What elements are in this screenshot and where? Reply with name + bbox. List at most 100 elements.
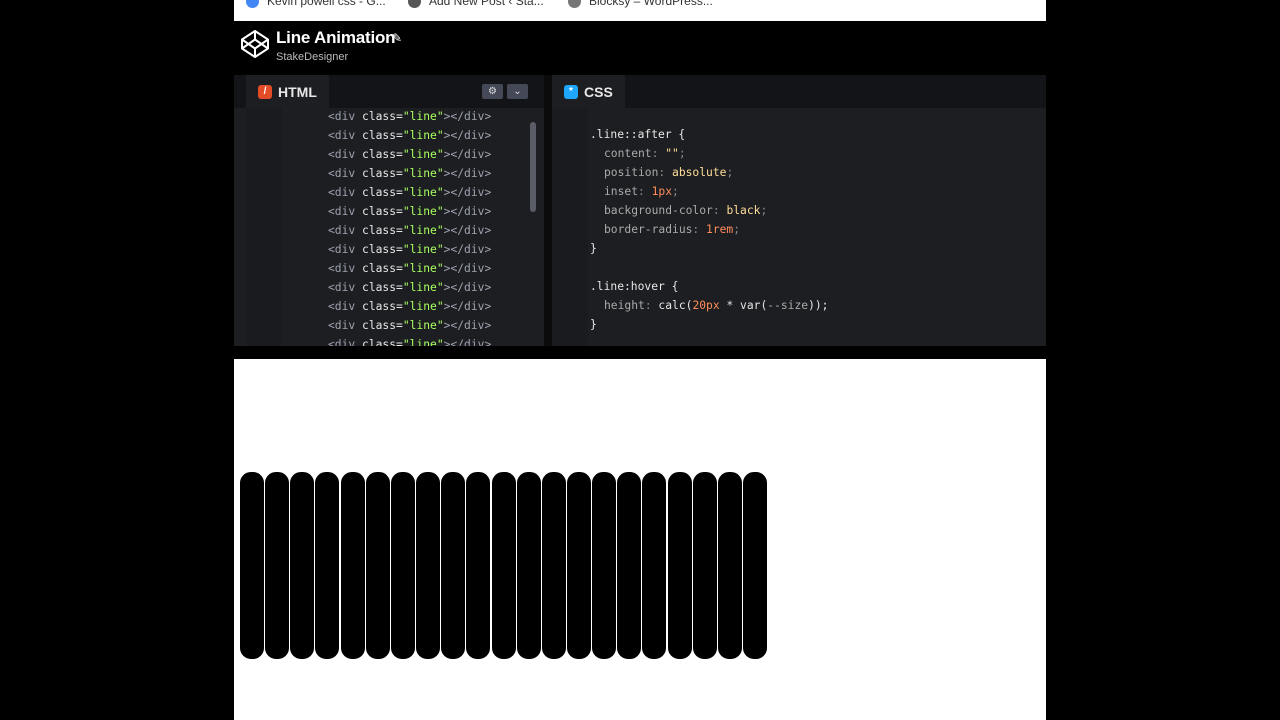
pen-title[interactable]: Line Animation (276, 28, 396, 48)
code-token: "line" (402, 281, 444, 294)
animated-line[interactable] (617, 472, 642, 659)
html-scrollbar[interactable] (530, 122, 536, 212)
code-token: } (590, 318, 597, 331)
collapse-button[interactable]: ⌄ (507, 84, 528, 99)
animated-line[interactable] (667, 472, 692, 659)
code-token: <div (328, 110, 363, 123)
css-code-area[interactable]: .line::after {content: ""; position: abso… (552, 108, 1046, 346)
code-token: "line" (402, 300, 444, 313)
code-token: <div (328, 262, 363, 275)
code-token: class= (362, 281, 403, 294)
google-icon (246, 0, 259, 8)
code-token: inset (604, 185, 639, 198)
code-line: <div class="line"></div> (328, 224, 491, 237)
code-token: : (712, 204, 727, 217)
code-line: .line::after { (590, 128, 685, 141)
code-token: ></div> (443, 319, 492, 332)
code-token: class= (362, 186, 403, 199)
bookmark-item[interactable]: Add New Post ‹ Sta... (408, 0, 544, 10)
animated-line[interactable] (592, 472, 617, 659)
code-line: <div class="line"></div> (328, 262, 491, 275)
code-token: ></div> (443, 148, 492, 161)
code-line: border-radius: 1rem; (604, 223, 740, 236)
bookmark-item[interactable]: Blocksy – WordPress... (568, 0, 713, 10)
code-line: <div class="line"></div> (328, 148, 491, 161)
animated-line[interactable] (516, 472, 541, 659)
code-token: <div (328, 243, 363, 256)
html-tabbar: / HTML ⚙ ⌄ (234, 75, 548, 108)
pencil-icon[interactable]: ✎ (392, 31, 402, 45)
code-line: <div class="line"></div> (328, 110, 491, 123)
animated-line[interactable] (717, 472, 742, 659)
code-line: content: ""; (604, 147, 686, 160)
animated-line[interactable] (541, 472, 566, 659)
animated-line[interactable] (290, 472, 315, 659)
code-token: "" (665, 147, 679, 160)
animated-line[interactable] (240, 472, 264, 659)
pen-author[interactable]: StakeDesigner (276, 51, 348, 63)
code-token: class= (362, 167, 403, 180)
code-token: ></div> (443, 129, 492, 142)
code-token: "line" (402, 167, 444, 180)
animated-line[interactable] (265, 472, 290, 659)
code-token: class= (362, 338, 403, 346)
code-token: "line" (402, 148, 444, 161)
css-lang-icon: * (564, 84, 578, 99)
animated-line[interactable] (365, 472, 390, 659)
code-token: class= (362, 205, 403, 218)
preview-resizer[interactable] (234, 346, 1046, 359)
animated-line[interactable] (491, 472, 516, 659)
gear-icon: ⚙ (488, 86, 497, 97)
html-lang-icon: / (258, 84, 272, 99)
code-line: <div class="line"></div> (328, 243, 491, 256)
code-token: class= (362, 300, 403, 313)
code-token: absolute (672, 166, 727, 179)
tab-css[interactable]: * CSS (552, 75, 625, 108)
code-line: <div class="line"></div> (328, 205, 491, 218)
css-tabbar: * CSS (552, 75, 1046, 108)
code-token: ; (726, 166, 734, 179)
bookmark-item[interactable]: Kevin powell css - G... (246, 0, 386, 10)
code-token: : (692, 223, 707, 236)
code-token: ></div> (443, 338, 492, 346)
code-token: 1rem (706, 223, 734, 236)
code-token: calc( (658, 299, 693, 312)
code-token: <div (328, 300, 363, 313)
animated-line[interactable] (566, 472, 591, 659)
code-token: "line" (402, 338, 444, 346)
code-token: background-color (604, 204, 713, 217)
code-token: ; (678, 147, 686, 160)
code-token: class= (362, 110, 403, 123)
html-code-area[interactable]: <div class="line"></div> <div class="line… (234, 108, 548, 346)
code-token: <div (328, 224, 363, 237)
pen-header: Line Animation ✎ StakeDesigner (234, 21, 1046, 75)
code-token: : (638, 185, 652, 198)
code-token: ></div> (443, 110, 492, 123)
code-token: "line" (402, 319, 444, 332)
animated-line[interactable] (642, 472, 667, 659)
code-token: "line" (402, 224, 444, 237)
code-token: ></div> (443, 300, 492, 313)
code-line: <div class="line"></div> (328, 186, 491, 199)
animated-line[interactable] (416, 472, 441, 659)
code-token: : (651, 147, 666, 160)
animated-line[interactable] (315, 472, 340, 659)
settings-gear-button[interactable]: ⚙ (482, 84, 503, 99)
animated-line[interactable] (340, 472, 365, 659)
code-token: ></div> (443, 186, 492, 199)
animated-line[interactable] (692, 472, 717, 659)
animated-line[interactable] (743, 472, 767, 659)
code-token: * var( (719, 299, 768, 312)
codepen-logo-icon[interactable] (240, 29, 270, 59)
code-token: class= (362, 148, 403, 161)
code-token: "line" (402, 205, 444, 218)
animated-line[interactable] (441, 472, 466, 659)
animated-line[interactable] (390, 472, 415, 659)
editor-divider[interactable] (544, 75, 552, 346)
code-line: background-color: black; (604, 204, 767, 217)
tab-html[interactable]: / HTML (246, 75, 329, 108)
code-line: <div class="line"></div> (328, 300, 491, 313)
code-token: <div (328, 129, 363, 142)
code-token: ></div> (443, 281, 492, 294)
animated-line[interactable] (466, 472, 491, 659)
